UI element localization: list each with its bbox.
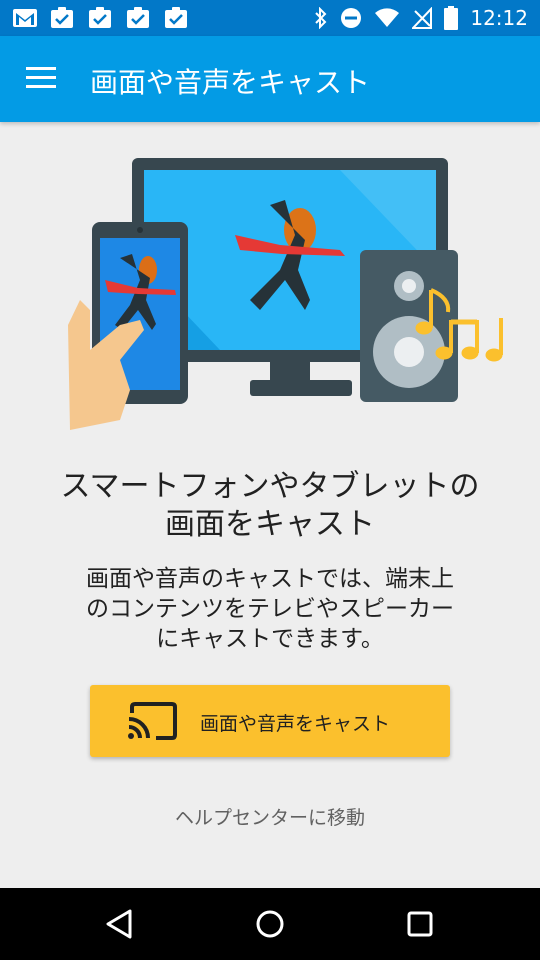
system-icons: 12:12 (314, 6, 528, 30)
bluetooth-icon (315, 7, 327, 29)
do-not-disturb-icon (341, 8, 362, 28)
task-check-icon (88, 7, 112, 29)
description-line: 画面や音声のキャストでは、端末上 (86, 566, 454, 592)
back-icon[interactable] (102, 906, 138, 942)
app-bar: 画面や音声をキャスト (0, 36, 540, 122)
cast-screen-audio-button[interactable]: 画面や音声をキャスト (90, 685, 450, 757)
recents-icon[interactable] (402, 906, 438, 942)
cast-illustration (60, 150, 510, 435)
headline-line: 画面をキャスト (165, 507, 375, 542)
phone-illustration (68, 222, 188, 430)
headline-line: スマートフォンやタブレットの (60, 469, 480, 504)
speaker-illustration (360, 250, 458, 402)
no-signal-icon (412, 7, 433, 29)
page-title: 画面や音声をキャスト (90, 66, 371, 99)
clock: 12:12 (470, 6, 528, 30)
description-line: にキャストできます。 (156, 626, 384, 652)
wifi-icon (375, 8, 400, 27)
cast-button-label: 画面や音声をキャスト (200, 713, 391, 735)
task-check-icon (164, 7, 188, 29)
description: 画面や音声のキャストでは、端末上 のコンテンツをテレビやスピーカー にキャストで… (20, 564, 520, 654)
headline: スマートフォンやタブレットの 画面をキャスト (20, 468, 520, 544)
task-check-icon (126, 7, 150, 29)
home-icon[interactable] (252, 906, 288, 942)
status-bar: 12:12 (0, 0, 540, 36)
battery-icon (444, 6, 459, 30)
task-check-icon (50, 7, 74, 29)
description-line: のコンテンツをテレビやスピーカー (86, 596, 454, 622)
cast-icon (128, 702, 177, 740)
hamburger-menu-icon[interactable] (26, 67, 58, 91)
gmail-icon (12, 7, 37, 29)
help-center-link[interactable]: ヘルプセンターに移動 (0, 803, 540, 830)
notification-icons (12, 7, 188, 29)
navigation-bar (0, 888, 540, 960)
